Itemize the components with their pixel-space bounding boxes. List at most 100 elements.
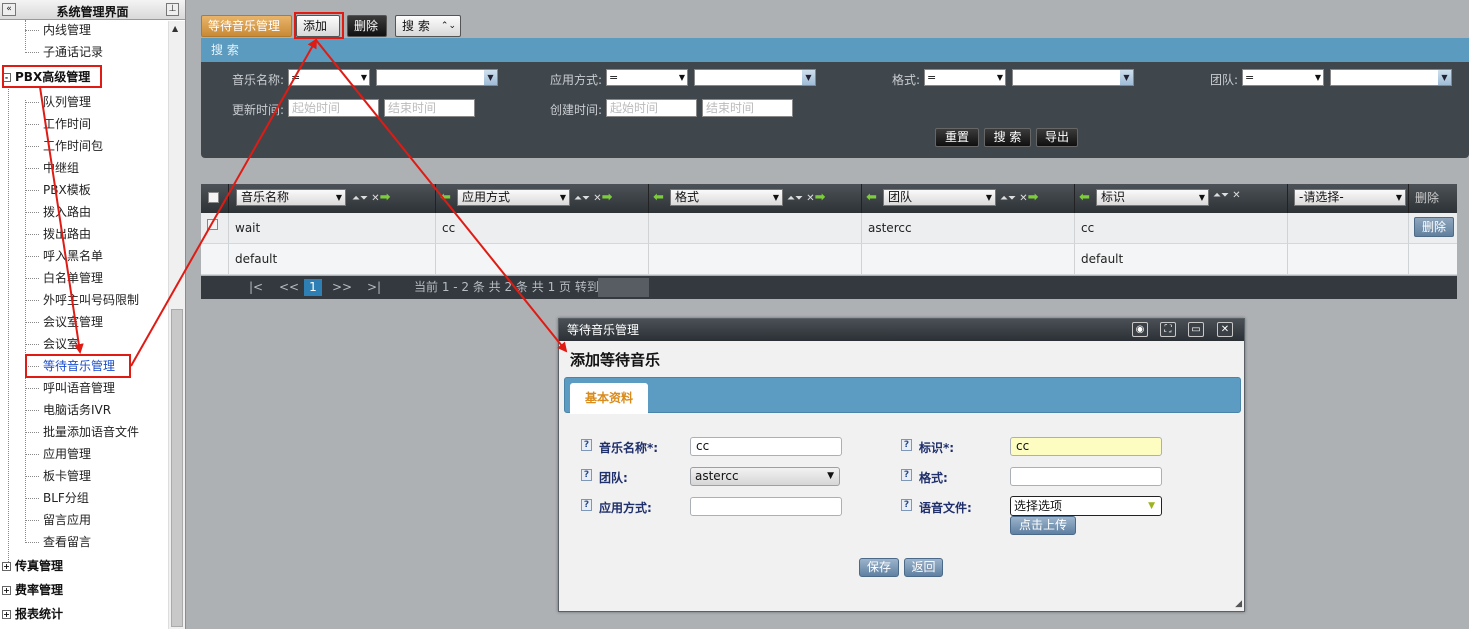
sidebar-item-work-time[interactable]: 工作时间: [24, 114, 91, 134]
sidebar-item-blacklist[interactable]: 呼入黑名单: [24, 246, 103, 266]
apply-mode-operator-select[interactable]: = ▼: [606, 69, 688, 86]
tab-hold-music[interactable]: 等待音乐管理: [201, 15, 292, 37]
column-tools[interactable]: ⏶⏷ ✕➡: [574, 190, 612, 205]
column-tools[interactable]: ⏶⏷ ✕➡: [352, 190, 390, 205]
help-icon[interactable]: ?: [581, 439, 592, 451]
dialog-titlebar[interactable]: 等待音乐管理 ◉ ⛶ ▭ ✕: [559, 319, 1244, 341]
team-select[interactable]: astercc ▼: [690, 467, 840, 486]
sidebar-item-blf-group[interactable]: BLF分组: [25, 488, 89, 508]
sidebar-item-call-voice[interactable]: 呼叫语音管理: [24, 378, 115, 398]
sidebar-item-conference[interactable]: 会议室: [24, 334, 79, 354]
format-input[interactable]: [1010, 467, 1162, 486]
music-name-input[interactable]: cc: [690, 437, 842, 456]
help-icon[interactable]: ?: [901, 469, 912, 481]
row-checkbox[interactable]: [207, 219, 218, 230]
sidebar-scrollbar[interactable]: ▲: [168, 21, 185, 629]
search-toggle-button[interactable]: 搜 索 ⌃⌄: [395, 15, 461, 37]
table-row[interactable]: default default: [201, 244, 1457, 275]
search-button[interactable]: 搜 索: [984, 128, 1031, 147]
column-tools[interactable]: ⏶⏷ ✕➡: [787, 190, 825, 205]
create-start-input[interactable]: 起始时间: [606, 99, 697, 117]
column-select-choose[interactable]: -请选择- ▼: [1294, 189, 1406, 206]
expand-box-icon[interactable]: +: [2, 562, 11, 571]
music-name-operator-select[interactable]: = ▼: [288, 69, 370, 86]
next-page-button[interactable]: >>: [332, 276, 352, 299]
restore-icon[interactable]: ▭: [1188, 322, 1204, 337]
tag-field-label: 标识*:: [919, 441, 955, 455]
save-button[interactable]: 保存: [859, 558, 899, 577]
expand-box-icon[interactable]: +: [2, 610, 11, 619]
update-end-input[interactable]: 结束时间: [384, 99, 475, 117]
voice-file-select[interactable]: 选择选项 ▼: [1010, 496, 1162, 516]
column-tools[interactable]: ⏶⏷ ✕➡: [1000, 190, 1038, 205]
sidebar-group-fax[interactable]: + 传真管理: [2, 556, 63, 576]
select-all-checkbox[interactable]: [208, 192, 219, 203]
export-button[interactable]: 导出: [1036, 128, 1078, 147]
sidebar-item-pbx-template[interactable]: PBX模板: [25, 180, 91, 200]
delete-button[interactable]: 删除: [347, 15, 387, 37]
sidebar-item-trunk-group[interactable]: 中继组: [24, 158, 79, 178]
close-icon[interactable]: ✕: [1217, 322, 1233, 337]
sidebar-item-outbound-route[interactable]: 拨出路由: [24, 224, 91, 244]
column-tools[interactable]: ⏶⏷ ✕: [1213, 190, 1241, 201]
update-start-input[interactable]: 起始时间: [288, 99, 379, 117]
column-tools[interactable]: ⬅: [1079, 190, 1090, 205]
back-button[interactable]: 返回: [904, 558, 943, 577]
team-value-select[interactable]: ▼: [1330, 69, 1452, 86]
column-tools[interactable]: ⬅: [440, 190, 451, 205]
sidebar-item-sub-call-records[interactable]: 子通话记录: [24, 42, 103, 62]
column-select-apply-mode[interactable]: 应用方式 ▼: [457, 189, 570, 206]
format-value-select[interactable]: ▼: [1012, 69, 1134, 86]
help-icon[interactable]: ?: [581, 469, 592, 481]
column-select-music-name[interactable]: 音乐名称 ▼: [236, 189, 346, 206]
column-select-team[interactable]: 团队 ▼: [883, 189, 996, 206]
tab-basic-info[interactable]: 基本资料: [570, 383, 648, 414]
maximize-icon[interactable]: ⛶: [1160, 322, 1176, 337]
help-icon[interactable]: ?: [901, 439, 912, 451]
sidebar-item-board-manage[interactable]: 板卡管理: [24, 466, 91, 486]
upload-button[interactable]: 点击上传: [1010, 516, 1076, 535]
column-select-tag[interactable]: 标识 ▼: [1096, 189, 1209, 206]
column-tools[interactable]: ⬅: [653, 190, 664, 205]
team-operator-select[interactable]: = ▼: [1242, 69, 1324, 86]
sidebar-item-conference-manage[interactable]: 会议室管理: [24, 312, 103, 332]
sidebar-item-caller-limit[interactable]: 外呼主叫号码限制: [24, 290, 139, 310]
scrollbar-thumb[interactable]: [171, 309, 183, 627]
reset-button[interactable]: 重置: [935, 128, 979, 147]
current-page[interactable]: 1: [304, 279, 322, 296]
sidebar-group-report[interactable]: + 报表统计: [2, 604, 63, 624]
column-tools[interactable]: ⬅: [866, 190, 877, 205]
goto-page-input[interactable]: [598, 278, 649, 297]
column-select-format[interactable]: 格式 ▼: [670, 189, 783, 206]
row-delete-button[interactable]: 删除: [1414, 217, 1454, 237]
help-icon[interactable]: ?: [581, 499, 592, 511]
sidebar-item-queue[interactable]: 队列管理: [24, 92, 91, 112]
table-row[interactable]: wait cc astercc cc 删除: [201, 213, 1457, 244]
tag-input[interactable]: cc: [1010, 437, 1162, 456]
sidebar-item-work-time-pack[interactable]: 工作时间包: [24, 136, 103, 156]
expand-box-icon[interactable]: +: [2, 586, 11, 595]
sidebar-item-voicemail-app[interactable]: 留言应用: [24, 510, 91, 530]
sidebar-item-internal-line[interactable]: 内线管理: [24, 20, 91, 40]
help-icon[interactable]: ?: [901, 499, 912, 511]
apply-mode-value-select[interactable]: ▼: [694, 69, 816, 86]
last-page-button[interactable]: >|: [367, 276, 381, 299]
sidebar-item-app-manage[interactable]: 应用管理: [24, 444, 91, 464]
sidebar-group-rate[interactable]: + 费率管理: [2, 580, 63, 600]
sidebar-item-whitelist[interactable]: 白名单管理: [24, 268, 103, 288]
collapse-icon[interactable]: «: [2, 3, 16, 16]
music-name-value-select[interactable]: ▼: [376, 69, 498, 86]
resize-grip-icon[interactable]: ◢: [1235, 599, 1242, 609]
pin-window-icon[interactable]: ◉: [1132, 322, 1148, 337]
sidebar-item-inbound-route[interactable]: 拨入路由: [24, 202, 91, 222]
format-operator-select[interactable]: = ▼: [924, 69, 1006, 86]
scroll-up-icon[interactable]: ▲: [172, 24, 178, 33]
prev-page-button[interactable]: <<: [279, 276, 299, 299]
sidebar-item-ivr[interactable]: 电脑话务IVR: [24, 400, 111, 420]
sidebar-item-batch-voice[interactable]: 批量添加语音文件: [24, 422, 139, 442]
create-end-input[interactable]: 结束时间: [702, 99, 793, 117]
apply-mode-input[interactable]: [690, 497, 842, 516]
pin-icon[interactable]: ⊥: [166, 3, 179, 16]
first-page-button[interactable]: |<: [249, 276, 263, 299]
sidebar-item-view-voicemail[interactable]: 查看留言: [24, 532, 91, 552]
